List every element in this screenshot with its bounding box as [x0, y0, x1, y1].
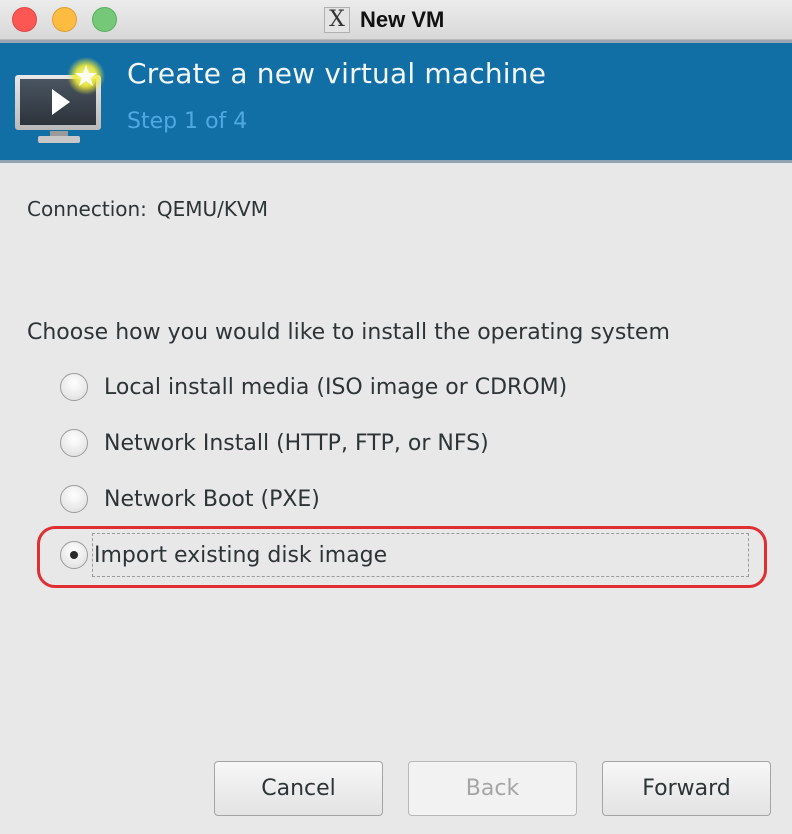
radio-label: Network Install (HTTP, FTP, or NFS) [104, 430, 489, 456]
new-vm-monitor-icon [15, 57, 105, 143]
radio-label: Local install media (ISO image or CDROM) [104, 374, 568, 400]
connection-label: Connection: [27, 197, 147, 221]
window-close-button[interactable] [12, 7, 37, 32]
radio-local-install-media[interactable]: Local install media (ISO image or CDROM) [60, 367, 567, 407]
install-method-prompt: Choose how you would like to install the… [27, 320, 670, 345]
cancel-button[interactable]: Cancel [214, 761, 383, 816]
window-maximize-button[interactable] [92, 7, 117, 32]
window-titlebar: X New VM [0, 0, 792, 40]
wizard-step-indicator: Step 1 of 4 [127, 109, 248, 134]
radio-button-icon[interactable] [60, 373, 88, 401]
window-title: New VM [360, 7, 445, 32]
back-button[interactable]: Back [408, 761, 577, 816]
radio-label: Import existing disk image [94, 542, 388, 568]
radio-import-disk-image[interactable]: Import existing disk image [60, 533, 749, 577]
connection-value: QEMU/KVM [156, 197, 268, 221]
radio-button-selected-icon[interactable] [60, 541, 88, 569]
x11-icon: X [324, 7, 350, 33]
radio-button-icon[interactable] [60, 429, 88, 457]
radio-label: Network Boot (PXE) [104, 486, 320, 512]
radio-label-focused: Import existing disk image [92, 533, 749, 577]
radio-button-icon[interactable] [60, 485, 88, 513]
window-title-group: X New VM [324, 6, 444, 34]
window-minimize-button[interactable] [52, 7, 77, 32]
radio-network-boot[interactable]: Network Boot (PXE) [60, 479, 320, 519]
wizard-header: Create a new virtual machine Step 1 of 4 [0, 40, 792, 163]
radio-network-install[interactable]: Network Install (HTTP, FTP, or NFS) [60, 423, 489, 463]
wizard-title: Create a new virtual machine [127, 57, 547, 90]
connection-info: Connection: QEMU/KVM [27, 197, 268, 221]
forward-button[interactable]: Forward [602, 761, 771, 816]
